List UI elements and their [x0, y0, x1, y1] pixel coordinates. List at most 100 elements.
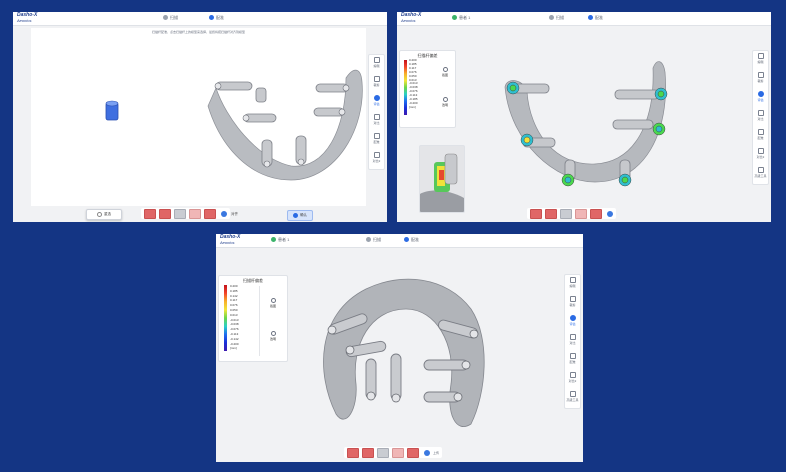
registration-icon	[588, 15, 593, 21]
occlusion-button[interactable]	[407, 447, 419, 458]
bottom-toolbar: 上传	[344, 447, 443, 458]
sidebar-item-evaluate[interactable]: 评估	[565, 315, 580, 332]
gingiva-button[interactable]	[575, 208, 587, 219]
tab-scan[interactable]: 扫描	[549, 15, 564, 21]
brand-logo: Dasho-X Aeonios	[220, 234, 241, 246]
top-toolbar: Dasho-X Aeonios 扫描 配准	[13, 12, 387, 26]
screenshot-icon	[270, 298, 276, 303]
brand-logo: Dasho-X Aeonios	[401, 12, 422, 24]
sidebar-item-register[interactable]: 配准	[369, 133, 384, 150]
sidebar-item-compare[interactable]: 对比	[565, 334, 580, 351]
sidebar-item-evaluate[interactable]: 评估	[753, 91, 768, 108]
tab-scan[interactable]: 扫描	[163, 15, 178, 21]
transparency-icon	[442, 97, 448, 102]
sidebar-item-evaluate[interactable]: 评估	[369, 95, 384, 112]
lower-jaw-button[interactable]	[362, 447, 374, 458]
jaw-deviation-model[interactable]	[495, 32, 675, 200]
sidebar-item-compare2[interactable]: 对比2	[565, 372, 580, 389]
sidebar-item-advanced[interactable]: 高级工具	[753, 167, 768, 184]
gingiva-button[interactable]	[189, 208, 201, 219]
sidebar-item-compare2[interactable]: 对比2	[753, 148, 768, 165]
cloud-upload-icon[interactable]	[607, 210, 613, 217]
panel-divider	[259, 286, 260, 356]
crop-icon	[757, 72, 764, 78]
sidebar-item-edit[interactable]: 编辑	[753, 53, 768, 70]
upper-jaw-button[interactable]	[530, 208, 542, 219]
gingiva-button[interactable]	[392, 447, 404, 458]
register-icon	[373, 133, 380, 139]
scanbody-button[interactable]	[560, 208, 572, 219]
sidebar-item-edit[interactable]: 编辑	[565, 277, 580, 294]
tab-registration[interactable]: 配准	[209, 15, 224, 21]
registration-icon	[404, 237, 409, 243]
tab-registration[interactable]: 配准	[588, 15, 603, 21]
sidebar-item-crop[interactable]: 裁剪	[565, 296, 580, 313]
patient-icon	[452, 15, 457, 21]
transparency-icon	[270, 331, 276, 336]
edit-icon	[757, 53, 764, 59]
brand-sub: Aeonios	[17, 18, 32, 23]
upload-label: 上传	[433, 450, 440, 455]
option-reselect[interactable]: 重选	[86, 209, 122, 220]
registration-icon	[209, 15, 214, 21]
scan-icon	[163, 15, 168, 21]
occlusion-button[interactable]	[590, 208, 602, 219]
occlusion-button[interactable]	[204, 208, 216, 219]
jaw-3d-model[interactable]	[306, 264, 496, 444]
patient-icon	[271, 237, 276, 243]
evaluate-icon	[569, 315, 576, 321]
crop-icon	[373, 76, 380, 82]
crop-icon	[569, 296, 576, 302]
right-sidebar: 编辑 裁剪 评估 对比 配准 对比2	[368, 54, 385, 170]
tab-scan[interactable]: 扫描	[366, 237, 381, 243]
sidebar-item-compare2[interactable]: 对比2	[369, 152, 384, 169]
register-icon	[569, 353, 576, 359]
bottom-toolbar	[141, 208, 230, 219]
sidebar-item-edit[interactable]: 编辑	[369, 57, 384, 74]
sidebar-item-crop[interactable]: 裁剪	[753, 72, 768, 89]
lower-jaw-button[interactable]	[159, 208, 171, 219]
right-sidebar: 编辑 裁剪 评估 对比 配准 对比2 高级工具	[752, 50, 769, 185]
zoom-inset	[419, 145, 465, 213]
sidebar-item-register[interactable]: 配准	[565, 353, 580, 370]
jaw-model[interactable]	[196, 48, 371, 183]
compare2-icon	[373, 152, 380, 158]
tab-registration[interactable]: 配准	[404, 237, 419, 243]
sidebar-item-compare[interactable]: 对比	[369, 114, 384, 131]
sidebar-item-register[interactable]: 配准	[753, 129, 768, 146]
scanbody-button[interactable]	[377, 447, 389, 458]
tab-patient[interactable]: 患者 1	[271, 237, 289, 243]
transparency-button[interactable]: 透明	[438, 97, 452, 107]
cloud-upload-icon[interactable]	[424, 449, 430, 456]
color-legend-bar	[404, 60, 407, 115]
option-confirm[interactable]: 确认	[287, 210, 313, 221]
compare2-icon	[569, 372, 576, 378]
legend-values: 0.200 0.185 0.142 0.117 0.076 0.050 0.013 -0.01…	[230, 284, 239, 351]
screenshot-scanbody-alignment: Dasho-X Aeonios 扫描 配准 扫描杆配准，点击扫描杆上的模型来选择，…	[13, 12, 387, 222]
scan-icon	[366, 237, 371, 243]
transparency-button[interactable]: 透明	[266, 331, 280, 341]
tab-patient[interactable]: 患者 1	[452, 15, 470, 21]
sidebar-item-compare[interactable]: 对比	[753, 110, 768, 127]
compare-icon	[373, 114, 380, 120]
bottom-toolbar	[527, 208, 616, 219]
screenshot-button[interactable]: 截图	[438, 67, 452, 77]
compare-icon	[569, 334, 576, 340]
compare-icon	[757, 110, 764, 116]
upper-jaw-button[interactable]	[347, 447, 359, 458]
cloud-upload-icon[interactable]	[221, 210, 227, 217]
right-sidebar: 编辑 裁剪 评估 对比 配准 对比2 高级工具	[564, 274, 581, 409]
viewport[interactable]: 扫描杆配准，点击扫描杆上的模型来选择，最终将把扫描杆对齐到模型 重选 对齐 确认	[31, 28, 366, 221]
upper-jaw-button[interactable]	[144, 208, 156, 219]
screenshot-icon	[442, 67, 448, 72]
color-legend-bar	[224, 285, 227, 351]
scanbody-button[interactable]	[174, 208, 186, 219]
sidebar-item-crop[interactable]: 裁剪	[369, 76, 384, 93]
lower-jaw-button[interactable]	[545, 208, 557, 219]
screenshot-deviation-map: Dasho-X Aeonios 患者 1 扫描 配准 扫描杆偏差 0.200 0.1…	[397, 12, 771, 222]
sidebar-item-advanced[interactable]: 高级工具	[565, 391, 580, 408]
advanced-icon	[569, 391, 576, 397]
instruction-text: 扫描杆配准，点击扫描杆上的模型来选择，最终将把扫描杆对齐到模型	[151, 30, 245, 34]
scan-body-model[interactable]	[105, 100, 121, 122]
screenshot-button[interactable]: 截图	[266, 298, 280, 308]
